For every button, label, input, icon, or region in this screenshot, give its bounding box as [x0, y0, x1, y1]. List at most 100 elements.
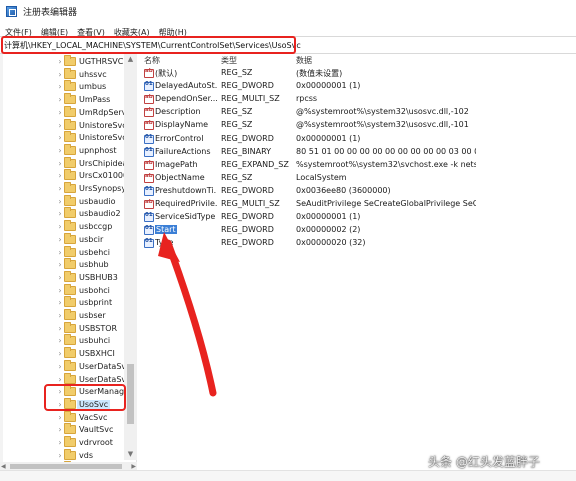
value-type: REG_SZ: [221, 107, 253, 117]
value-row[interactable]: Description REG_SZ @%systemroot%\system32\…: [140, 106, 576, 119]
menu-help[interactable]: 帮助(H): [159, 27, 187, 37]
tree-item[interactable]: › usbehci: [0, 245, 136, 259]
header-data[interactable]: 数据: [296, 55, 312, 66]
tree-item[interactable]: › vds: [0, 448, 136, 462]
tree-item[interactable]: › VaultSvc: [0, 423, 136, 436]
chevron-right-icon[interactable]: ›: [57, 385, 63, 398]
tree-item[interactable]: › UGTHRSVC: [0, 55, 136, 68]
tree-item[interactable]: › UsoSvc: [0, 397, 136, 411]
header-name[interactable]: 名称: [144, 55, 160, 66]
value-row[interactable]: ErrorControl REG_DWORD 0x00000001 (1): [140, 133, 576, 146]
chevron-right-icon[interactable]: ›: [57, 157, 63, 170]
folder-icon: [64, 93, 76, 105]
address-path[interactable]: 计算机\HKEY_LOCAL_MACHINE\SYSTEM\CurrentCon…: [4, 40, 301, 51]
tree-item[interactable]: › USBSTOR: [0, 321, 136, 335]
chevron-right-icon[interactable]: ›: [57, 284, 63, 297]
menu-view[interactable]: 查看(V): [77, 27, 105, 37]
chevron-right-icon[interactable]: ›: [57, 398, 63, 411]
tree-item-label: usbaudio2: [79, 209, 121, 219]
chevron-right-icon[interactable]: ›: [57, 93, 63, 106]
tree-item[interactable]: › usbprint: [0, 296, 136, 309]
address-bar[interactable]: 计算机\HKEY_LOCAL_MACHINE\SYSTEM\CurrentCon…: [0, 36, 576, 54]
header-type[interactable]: 类型: [221, 55, 237, 66]
tree-item[interactable]: › usbaudio: [0, 194, 136, 208]
scroll-up-icon[interactable]: ▲: [124, 54, 137, 65]
tree-item[interactable]: › usbhub: [0, 258, 136, 271]
tree-item[interactable]: › vdrvroot: [0, 436, 136, 449]
value-row[interactable]: FailureActions REG_BINARY 80 51 01 00 00 0…: [140, 146, 576, 159]
value-row[interactable]: Start REG_DWORD 0x00000002 (2): [140, 224, 576, 237]
tree-item[interactable]: › UrsCx01000: [0, 169, 136, 182]
chevron-right-icon[interactable]: ›: [57, 195, 63, 208]
value-type: REG_DWORD: [221, 81, 274, 91]
chevron-right-icon[interactable]: ›: [57, 169, 63, 182]
chevron-right-icon[interactable]: ›: [57, 131, 63, 144]
chevron-right-icon[interactable]: ›: [57, 373, 63, 386]
tree-item[interactable]: › UrsSynopsys: [0, 182, 136, 195]
value-row[interactable]: DisplayName REG_SZ @%systemroot%\system32\…: [140, 119, 576, 132]
tree-item[interactable]: › UserDataSvc: [0, 359, 136, 373]
tree-item[interactable]: › UnistoreSvc: [0, 118, 136, 132]
value-row[interactable]: RequiredPrivile... REG_MULTI_SZ SeAuditPri…: [140, 198, 576, 211]
menu-file[interactable]: 文件(F): [5, 27, 32, 37]
chevron-right-icon[interactable]: ›: [57, 411, 63, 424]
tree-hscroll-thumb[interactable]: [10, 464, 122, 469]
menu-favorites[interactable]: 收藏夹(A): [114, 27, 150, 37]
value-row[interactable]: DependOnSer... REG_MULTI_SZ rpcss: [140, 93, 576, 106]
tree-vertical-scrollbar[interactable]: ▲ ▼: [124, 54, 137, 460]
tree-item[interactable]: › UserDataSvc_: [0, 372, 136, 386]
chevron-right-icon[interactable]: ›: [57, 144, 63, 157]
tree-item[interactable]: › UmRdpServic: [0, 105, 136, 119]
value-row[interactable]: ImagePath REG_EXPAND_SZ %systemroot%\syste…: [140, 159, 576, 172]
chevron-right-icon[interactable]: ›: [57, 347, 63, 360]
tree-item[interactable]: › UnistoreSvc_1: [0, 131, 136, 144]
chevron-right-icon[interactable]: ›: [57, 106, 63, 119]
chevron-right-icon[interactable]: ›: [57, 271, 63, 284]
tree-item[interactable]: › usbohci: [0, 283, 136, 297]
chevron-right-icon[interactable]: ›: [57, 68, 63, 81]
menu-edit[interactable]: 编辑(E): [41, 27, 68, 37]
chevron-right-icon[interactable]: ›: [57, 296, 63, 309]
chevron-right-icon[interactable]: ›: [57, 182, 63, 195]
chevron-right-icon[interactable]: ›: [57, 207, 63, 220]
chevron-right-icon[interactable]: ›: [57, 436, 63, 449]
value-row[interactable]: DelayedAutoSt... REG_DWORD 0x00000001 (1): [140, 80, 576, 93]
chevron-right-icon[interactable]: ›: [57, 423, 63, 436]
chevron-right-icon[interactable]: ›: [57, 309, 63, 322]
chevron-right-icon[interactable]: ›: [57, 119, 63, 132]
tree-item[interactable]: › umbus: [0, 80, 136, 93]
chevron-right-icon[interactable]: ›: [57, 322, 63, 335]
tree-item[interactable]: › UmPass: [0, 93, 136, 106]
tree-item[interactable]: › upnphost: [0, 143, 136, 157]
tree-item[interactable]: › uhssvc: [0, 67, 136, 81]
tree-item[interactable]: › usbaudio2: [0, 207, 136, 220]
chevron-right-icon[interactable]: ›: [57, 334, 63, 347]
folder-icon: [64, 156, 76, 168]
value-row[interactable]: PreshutdownTi... REG_DWORD 0x0036ee80 (360…: [140, 185, 576, 198]
tree-item[interactable]: › USBHUB3: [0, 270, 136, 284]
value-row[interactable]: (默认) REG_SZ (数值未设置): [140, 67, 576, 80]
scroll-down-icon[interactable]: ▼: [124, 449, 137, 460]
chevron-right-icon[interactable]: ›: [57, 80, 63, 93]
chevron-right-icon[interactable]: ›: [57, 55, 63, 68]
tree-scroll-thumb[interactable]: [127, 364, 134, 424]
value-row[interactable]: ServiceSidType REG_DWORD 0x00000001 (1): [140, 211, 576, 224]
tree-item[interactable]: › USBXHCI: [0, 347, 136, 360]
tree-item[interactable]: › usbccgp: [0, 220, 136, 233]
chevron-right-icon[interactable]: ›: [57, 233, 63, 246]
tree-item[interactable]: › UrsChipidea: [0, 156, 136, 170]
chevron-right-icon[interactable]: ›: [57, 360, 63, 373]
tree-item[interactable]: › usbcir: [0, 232, 136, 246]
chevron-right-icon[interactable]: ›: [57, 449, 63, 462]
chevron-right-icon[interactable]: ›: [57, 220, 63, 233]
tree-item[interactable]: › UserManag: [0, 385, 136, 398]
value-data: 0x0036ee80 (3600000): [296, 185, 391, 195]
tree-item-label: usbuhci: [79, 336, 111, 346]
chevron-right-icon[interactable]: ›: [57, 246, 63, 259]
tree-item[interactable]: › usbuhci: [0, 334, 136, 347]
tree-item[interactable]: › usbser: [0, 309, 136, 322]
tree-item[interactable]: › VacSvc: [0, 410, 136, 424]
chevron-right-icon[interactable]: ›: [57, 258, 63, 271]
value-row[interactable]: Type REG_DWORD 0x00000020 (32): [140, 237, 576, 250]
value-row[interactable]: ObjectName REG_SZ LocalSystem: [140, 172, 576, 185]
